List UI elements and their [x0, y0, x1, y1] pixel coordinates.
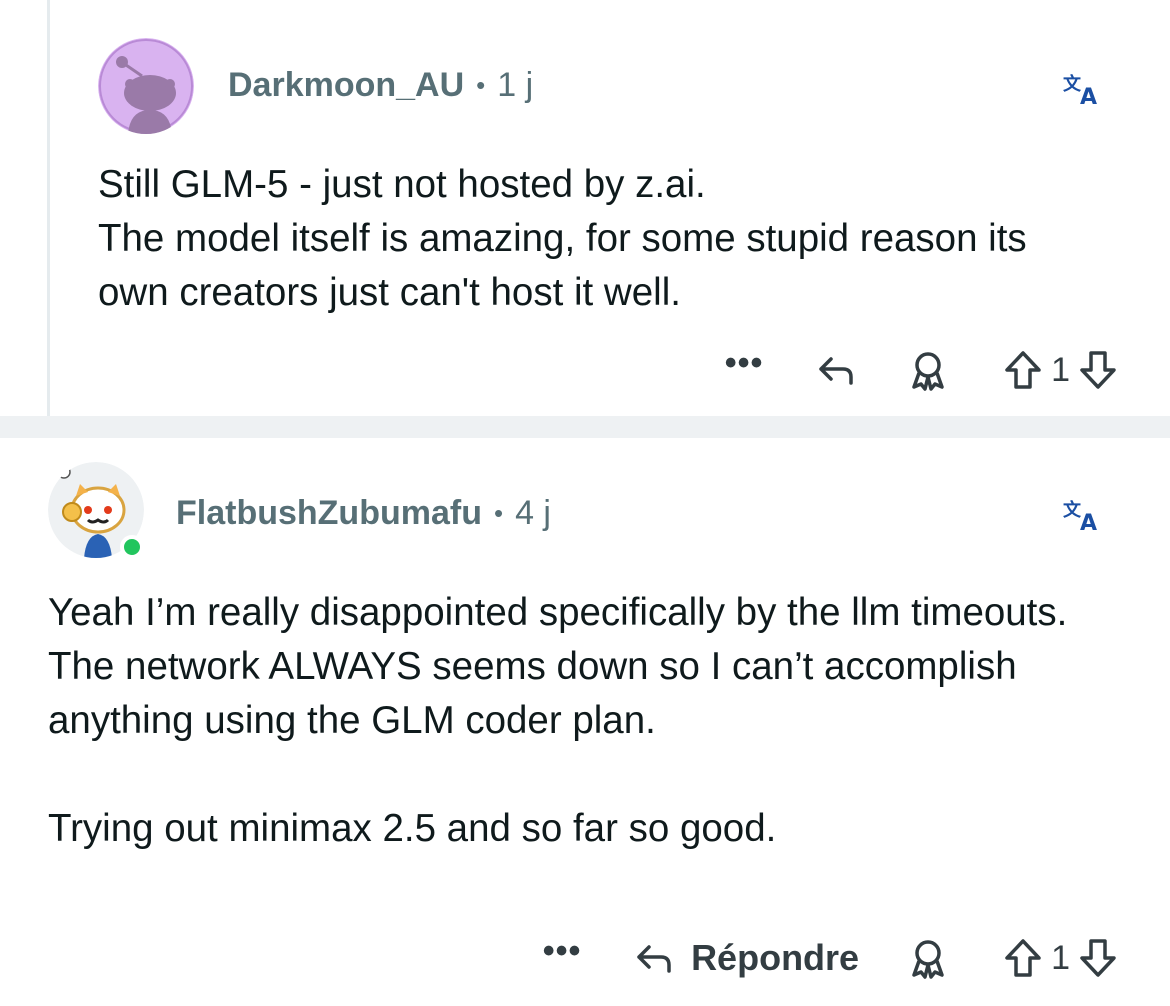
meta-separator: • — [493, 498, 504, 528]
more-icon[interactable]: ••• — [537, 928, 587, 988]
downvote-icon[interactable] — [1076, 348, 1120, 392]
svg-text:A: A — [1080, 85, 1097, 108]
downvote-icon[interactable] — [1076, 936, 1120, 980]
upvote-icon[interactable] — [1001, 936, 1045, 980]
vote-control: 1 — [1001, 340, 1120, 400]
meta-separator: • — [476, 70, 486, 100]
reply-label: Répondre — [691, 937, 860, 978]
comment-actions: ••• 1 — [719, 340, 1120, 400]
vote-score: 1 — [1051, 938, 1070, 977]
translate-icon[interactable]: 文 A — [1062, 494, 1102, 536]
reply-icon — [637, 945, 671, 973]
comment-body: Still GLM-5 - just not hosted by z.ai. T… — [98, 163, 1027, 314]
username[interactable]: Darkmoon_AU — [228, 66, 464, 105]
username[interactable]: FlatbushZubumafu — [176, 494, 482, 533]
award-icon[interactable] — [903, 928, 953, 988]
comment-age: 4 j — [515, 494, 551, 532]
reply-button[interactable]: Répondre — [631, 928, 859, 988]
comment-separator — [0, 416, 1170, 438]
comment-darkmoon: Darkmoon_AU • 1 j 文 A Still GLM-5 - just… — [0, 0, 1170, 416]
svg-text:A: A — [1080, 511, 1097, 534]
thread-line[interactable] — [47, 0, 50, 416]
comment-age: 1 j — [497, 66, 534, 104]
upvote-icon[interactable] — [1001, 348, 1045, 392]
reply-button[interactable] — [813, 340, 859, 400]
comment-meta: Darkmoon_AU • 1 j — [228, 66, 533, 105]
online-indicator — [120, 535, 144, 559]
comment-meta: FlatbushZubumafu • 4 j — [176, 494, 551, 533]
comment-body: Yeah I’m really disappointed specificall… — [48, 591, 1068, 850]
vote-control: 1 — [1001, 928, 1120, 988]
more-icon[interactable]: ••• — [719, 340, 769, 400]
comment-actions: ••• Répondre 1 — [537, 928, 1120, 988]
vote-score: 1 — [1051, 350, 1070, 389]
translate-icon[interactable]: 文 A — [1062, 68, 1102, 110]
comment-flatbush: FlatbushZubumafu • 4 j 文 A Yeah I’m real… — [0, 438, 1170, 1006]
award-icon[interactable] — [903, 340, 953, 400]
avatar[interactable] — [48, 462, 144, 559]
reply-icon — [819, 357, 853, 385]
avatar[interactable] — [98, 38, 194, 134]
